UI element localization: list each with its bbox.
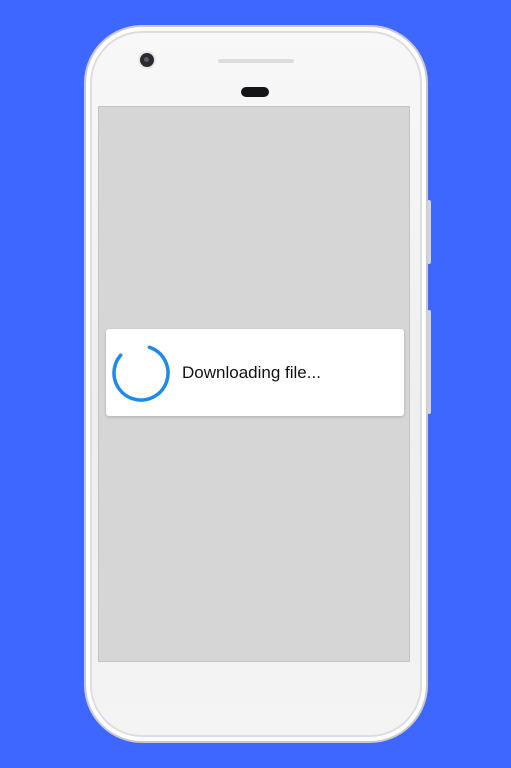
- progress-spinner-icon: [112, 344, 170, 402]
- power-button: [427, 200, 431, 264]
- front-camera-icon: [140, 53, 154, 67]
- earpiece-speaker: [218, 59, 294, 63]
- progress-dialog: Downloading file...: [106, 329, 404, 416]
- progress-message: Downloading file...: [182, 363, 321, 382]
- app-stage: Downloading file...: [0, 0, 511, 768]
- volume-button: [427, 310, 431, 414]
- proximity-sensor: [241, 87, 269, 97]
